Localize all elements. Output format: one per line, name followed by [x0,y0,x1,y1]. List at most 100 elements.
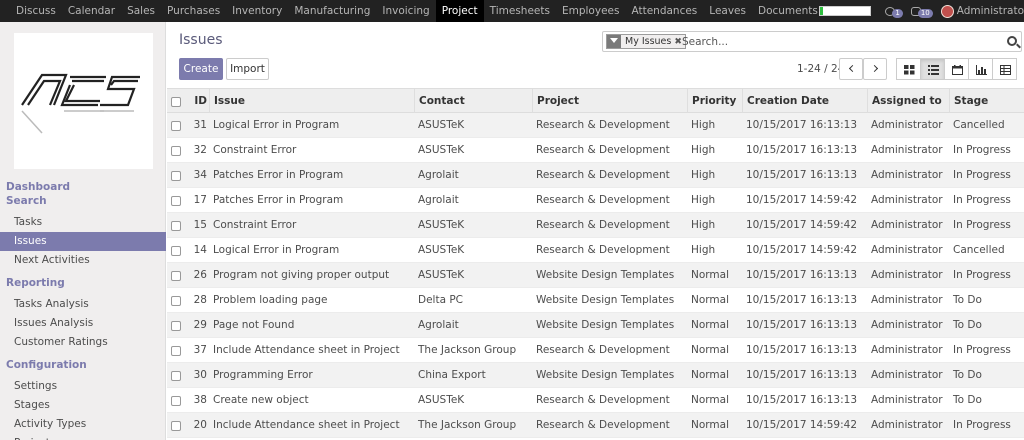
sidebar-header-dashboard[interactable]: Dashboard [6,181,70,193]
avatar [940,4,954,18]
cell-contact: Agrolait [418,169,459,181]
sidebar-item-issues-analysis[interactable]: Issues Analysis [0,314,166,333]
table-row[interactable]: 34 Patches Error in Program Agrolait Resear… [167,163,1024,188]
row-checkbox[interactable] [171,321,181,331]
graph-view-button[interactable] [968,58,993,80]
column-header-stage[interactable]: Stage [949,89,1024,114]
table-row[interactable]: 28 Problem loading page Delta PC Website De… [167,288,1024,313]
activity-button[interactable]: 1 [885,5,903,18]
row-checkbox[interactable] [171,196,181,206]
app-menu-manufacturing[interactable]: Manufacturing [288,0,376,22]
table-row[interactable]: 29 Page not Found Agrolait Website Design T… [167,313,1024,338]
row-checkbox[interactable] [171,421,181,431]
app-menu-timesheets[interactable]: Timesheets [484,0,556,22]
cell-contact: Delta PC [418,294,464,306]
cell-contact: The Jackson Group [418,419,517,431]
app-menu-attendances[interactable]: Attendances [625,0,703,22]
sidebar-item-issues[interactable]: Issues [0,232,166,251]
cell-id: 37 [193,344,207,356]
app-menu-documents[interactable]: Documents [752,0,824,22]
app-menu-sales[interactable]: Sales [121,0,161,22]
import-button[interactable]: Import [226,58,269,80]
app-menu-invoicing[interactable]: Invoicing [376,0,435,22]
column-header-id[interactable]: ID [189,89,209,114]
sidebar-item-stages[interactable]: Stages [0,396,166,415]
cell-project: Website Design Templates [536,269,675,281]
row-select-cell [167,388,189,413]
table-row[interactable]: 31 Logical Error in Program ASUSTeK Researc… [167,113,1024,138]
filter-icon [607,35,621,48]
column-header-creation-date[interactable]: Creation Date [742,89,867,114]
table-row[interactable]: 20 Include Attendance sheet in Project The… [167,413,1024,438]
cell-priority: Normal [691,369,729,381]
row-checkbox[interactable] [171,296,181,306]
app-menu-inventory[interactable]: Inventory [226,0,288,22]
table-row[interactable]: 38 Create new object ASUSTeK Research & Dev… [167,388,1024,413]
row-checkbox[interactable] [171,346,181,356]
sidebar-item-settings[interactable]: Settings [0,377,166,396]
progress-bar [819,6,872,16]
cell-project: Website Design Templates [536,294,675,306]
pager-previous-button[interactable] [839,58,863,80]
app-menu-calendar[interactable]: Calendar [62,0,121,22]
cell-project: Research & Development [536,144,670,156]
row-checkbox[interactable] [171,371,181,381]
cell-creation-date: 10/15/2017 16:13:13 [746,369,858,381]
row-checkbox[interactable] [171,246,181,256]
row-checkbox[interactable] [171,396,181,406]
app-menu-leaves[interactable]: Leaves [703,0,752,22]
create-button[interactable]: Create [179,58,223,80]
column-header-assigned-to[interactable]: Assigned to [867,89,949,114]
sidebar-item-projects[interactable]: Projects [0,434,166,440]
search-bar[interactable]: My Issues ✖ [602,31,1022,52]
sidebar-item-customer-ratings[interactable]: Customer Ratings [0,333,166,352]
pager-next-button[interactable] [863,58,887,80]
app-menu-project[interactable]: Project [435,0,484,22]
row-checkbox[interactable] [171,221,181,231]
messages-button[interactable]: 10 [910,5,933,18]
pager-value[interactable]: 1-24 / 24 [797,63,844,75]
kanban-view-button[interactable] [896,58,921,80]
column-header-contact[interactable]: Contact [414,89,532,114]
cell-assigned-to: Administrator [871,144,943,156]
cell-id: 38 [193,394,207,406]
list-view-button[interactable] [920,58,945,80]
row-checkbox[interactable] [171,146,181,156]
table-row[interactable]: 15 Constraint Error ASUSTeK Research & Deve… [167,213,1024,238]
app-menu-employees[interactable]: Employees [556,0,625,22]
table-row[interactable]: 30 Programming Error China Export Website D… [167,363,1024,388]
table-row[interactable]: 37 Include Attendance sheet in Project The… [167,338,1024,363]
table-row[interactable]: 14 Logical Error in Program ASUSTeK Researc… [167,238,1024,263]
select-all-checkbox[interactable] [171,97,181,107]
user-menu[interactable]: Administrato [940,4,1024,18]
sidebar-item-activity-types[interactable]: Activity Types [0,415,166,434]
column-header-issue[interactable]: Issue [209,89,414,114]
table-row[interactable]: 26 Program not giving proper output ASUSTe… [167,263,1024,288]
cell-stage: To Do [953,319,982,331]
search-facet[interactable]: My Issues ✖ [606,34,686,49]
sidebar-item-next-activities[interactable]: Next Activities [0,251,166,270]
cell-contact: ASUSTeK [418,269,465,281]
table-row[interactable]: 17 Patches Error in Program Agrolait Resear… [167,188,1024,213]
app-menu-purchases[interactable]: Purchases [161,0,226,22]
search-icon[interactable] [1007,36,1017,46]
pivot-view-button[interactable] [992,58,1017,80]
column-header-project[interactable]: Project [532,89,687,114]
table-row[interactable]: 32 Constraint Error ASUSTeK Research & Deve… [167,138,1024,163]
row-checkbox[interactable] [171,121,181,131]
search-input[interactable] [682,34,982,49]
cell-issue: Include Attendance sheet in Project [213,419,400,431]
cell-issue: Create new object [213,394,309,406]
activity-badge: 1 [892,8,903,18]
column-header-priority[interactable]: Priority [687,89,742,114]
sidebar-item-tasks-analysis[interactable]: Tasks Analysis [0,295,166,314]
row-checkbox[interactable] [171,271,181,281]
cell-contact: ASUSTeK [418,144,465,156]
row-checkbox[interactable] [171,171,181,181]
cell-project: Research & Development [536,194,670,206]
app-menu-label: Inventory [232,5,283,17]
calendar-view-button[interactable] [944,58,969,80]
sidebar-item-tasks[interactable]: Tasks [0,213,166,232]
app-menu-discuss[interactable]: Discuss [10,0,62,22]
table-header: ID Issue Contact Project Priority Creati… [167,88,1024,114]
